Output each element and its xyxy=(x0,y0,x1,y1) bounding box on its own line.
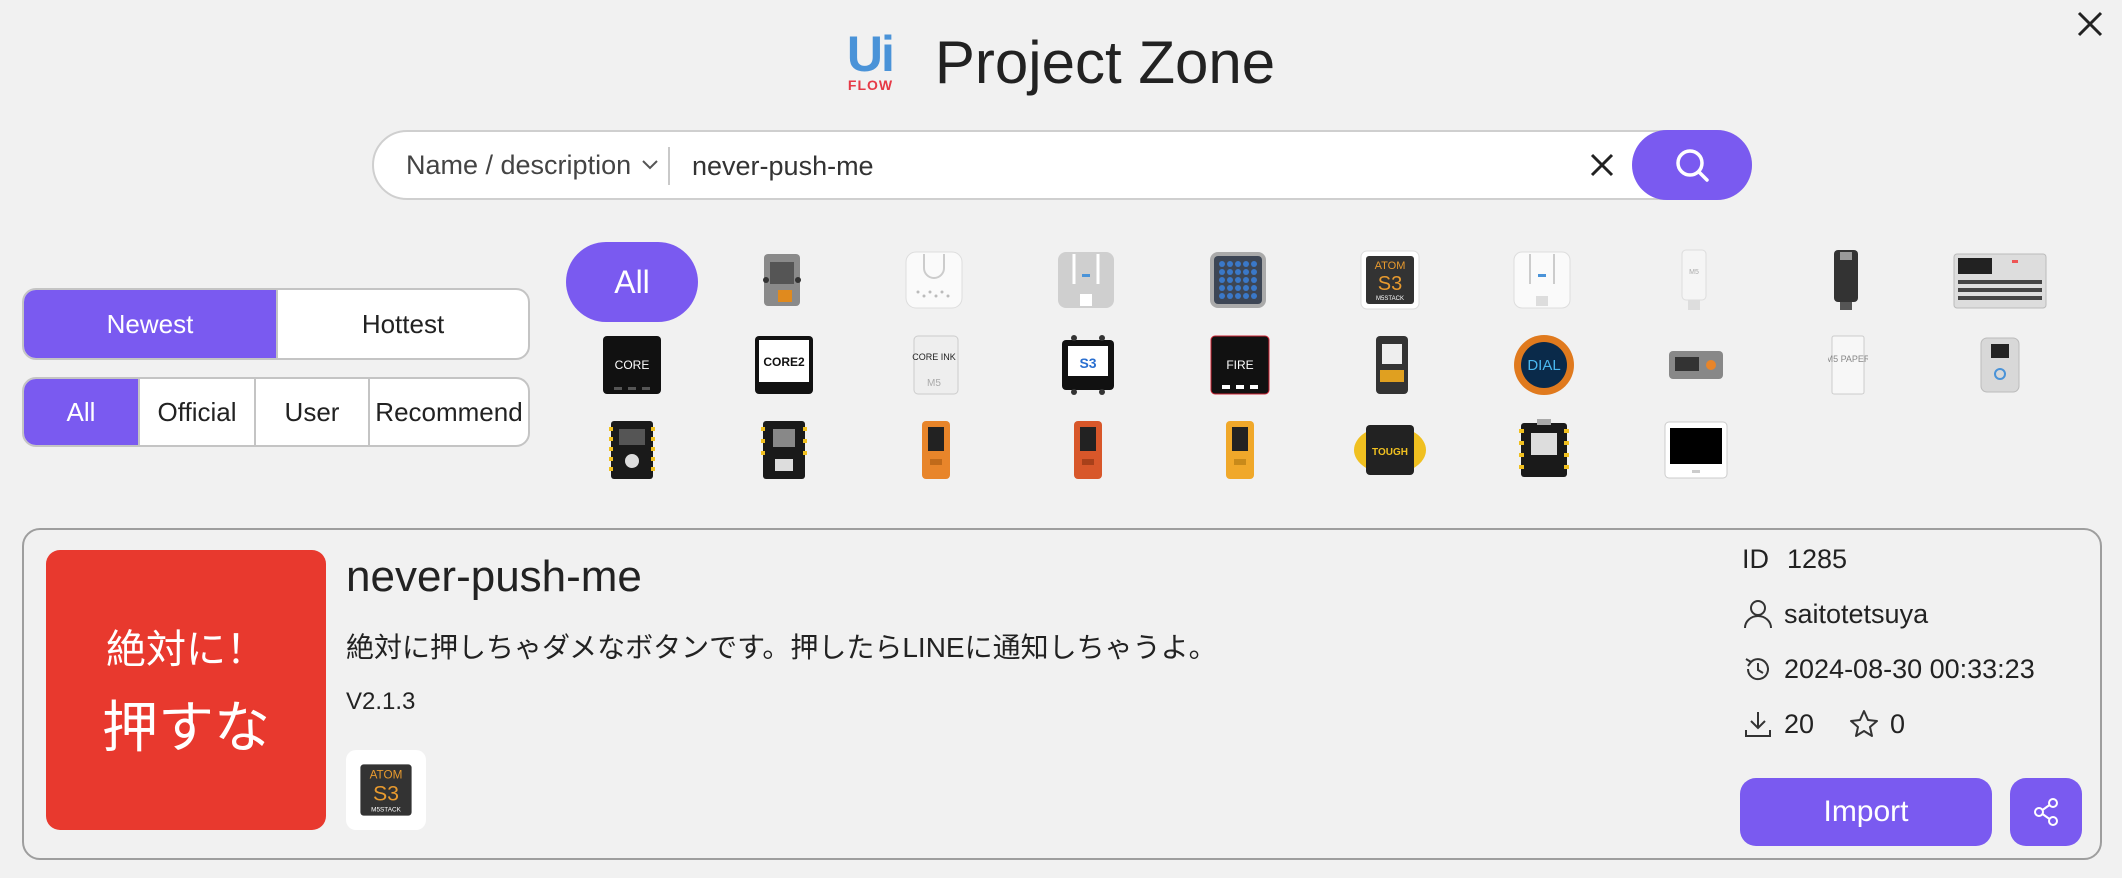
filter-user[interactable]: User xyxy=(254,379,368,445)
device-stamp-s3-icon[interactable] xyxy=(600,418,664,482)
search-button[interactable] xyxy=(1632,130,1752,200)
filter-recommend[interactable]: Recommend xyxy=(368,379,528,445)
search-icon xyxy=(1676,149,1709,182)
device-stickc-orange-icon[interactable] xyxy=(904,418,968,482)
user-icon xyxy=(1744,600,1772,629)
uiflow-logo: Ui FLOW xyxy=(847,26,901,93)
project-version: V2.1.3 xyxy=(346,688,416,715)
device-atom-echo-icon[interactable] xyxy=(902,248,966,312)
project-author: saitotetsuya xyxy=(1742,598,1928,630)
star-icon[interactable] xyxy=(1848,708,1880,740)
project-updated: 2024-08-30 00:33:23 xyxy=(1742,653,2035,685)
device-stamp-dark-icon[interactable] xyxy=(1814,248,1878,312)
device-atom-lite-icon[interactable] xyxy=(1054,248,1118,312)
tough-label: TOUGH xyxy=(1372,447,1408,458)
search-mode-label: Name / description xyxy=(406,149,632,180)
svg-text:M5: M5 xyxy=(927,378,941,389)
device-display-icon[interactable] xyxy=(1664,418,1728,482)
atoms3-mid-text: S3 xyxy=(1378,273,1402,295)
author-name: saitotetsuya xyxy=(1784,598,1929,629)
device-core2-icon[interactable]: CORE2 xyxy=(752,333,816,397)
device-atoms3-lite-icon[interactable] xyxy=(1510,248,1574,312)
coreink-label: CORE INK xyxy=(912,352,956,362)
device-paper-icon[interactable]: M5 PAPER xyxy=(1816,333,1880,397)
project-device-mid-text: S3 xyxy=(373,782,399,806)
device-atoms3-icon[interactable]: ATOM S3 M5STACK xyxy=(1358,248,1422,312)
svg-text:M5: M5 xyxy=(1689,269,1699,276)
device-stickc-icon[interactable] xyxy=(1360,333,1424,397)
page-title: Project Zone xyxy=(934,29,1276,96)
device-stamp-c3-icon[interactable] xyxy=(752,418,816,482)
project-description: 絶対に押しちゃダメなボタンです。押したらLINEに通知しちゃうよ。 xyxy=(346,632,1217,663)
star-count: 0 xyxy=(1890,708,1906,739)
cores3-label: S3 xyxy=(1079,355,1096,371)
device-tough-icon[interactable]: TOUGH xyxy=(1352,418,1428,482)
logo-text: Ui xyxy=(846,25,895,82)
atoms3-bottom-text: M5STACK xyxy=(1376,296,1404,302)
updated-time: 2024-08-30 00:33:23 xyxy=(1784,653,2035,684)
filter-official[interactable]: Official xyxy=(138,379,254,445)
project-title: never-push-me xyxy=(346,552,642,601)
download-icon xyxy=(1745,712,1771,737)
project-id: ID 1285 xyxy=(1742,544,1847,575)
project-stats: 20 0 xyxy=(1742,708,1905,740)
atoms3-top-text: ATOM xyxy=(1375,260,1406,272)
share-button[interactable] xyxy=(2010,778,2082,846)
device-cardputer-icon[interactable] xyxy=(1952,248,2048,312)
divider xyxy=(668,147,670,185)
clear-icon[interactable] xyxy=(1584,147,1620,183)
project-card: 絶対に！ 押すな never-push-me 絶対に押しちゃダメなボタンです。押… xyxy=(22,528,2102,860)
download-count: 20 xyxy=(1784,708,1815,739)
device-stickc-yellow-icon[interactable] xyxy=(1208,418,1272,482)
fire-label: FIRE xyxy=(1226,358,1253,372)
search-bar: Name / description xyxy=(372,130,1752,200)
device-unit-board-icon[interactable] xyxy=(750,248,814,312)
share-icon xyxy=(2034,798,2058,826)
sort-toggle: Newest Hottest xyxy=(22,288,530,360)
chevron-down-icon xyxy=(642,160,658,170)
project-device-icon: ATOM S3 M5STACK xyxy=(346,750,426,830)
device-core-icon[interactable]: CORE xyxy=(600,333,664,397)
header: Ui FLOW Project Zone xyxy=(0,26,2122,97)
device-coreink-icon[interactable]: CORE INK M5 xyxy=(904,333,968,397)
core-label: CORE xyxy=(615,358,650,372)
sort-newest[interactable]: Newest xyxy=(24,290,276,358)
device-cores3-icon[interactable]: S3 xyxy=(1056,333,1120,397)
id-label: ID xyxy=(1742,544,1769,574)
sort-hottest[interactable]: Hottest xyxy=(276,290,528,358)
device-stamp-icon[interactable]: M5 xyxy=(1662,248,1726,312)
project-device-top-text: ATOM xyxy=(370,768,403,781)
device-powerc-icon[interactable] xyxy=(1968,333,2032,397)
device-fire-icon[interactable]: FIRE xyxy=(1208,333,1272,397)
device-stamp-pico-icon[interactable] xyxy=(1512,418,1576,482)
source-filter: All Official User Recommend xyxy=(22,377,530,447)
search-input[interactable] xyxy=(690,132,1574,200)
thumbnail-line2: 押すな xyxy=(102,695,270,759)
import-button[interactable]: Import xyxy=(1740,778,1992,846)
project-device-bottom-text: M5STACK xyxy=(371,806,401,813)
dial-label: DIAL xyxy=(1527,357,1560,374)
search-mode-select[interactable]: Name / description xyxy=(406,132,659,198)
thumbnail-line1: 絶対に！ xyxy=(106,627,266,672)
device-stickc-plus-icon[interactable] xyxy=(1664,333,1728,397)
device-atom-matrix-icon[interactable] xyxy=(1206,248,1270,312)
paper-label: M5 PAPER xyxy=(1828,354,1868,364)
logo-sub: FLOW xyxy=(847,76,894,93)
device-dial-icon[interactable]: DIAL xyxy=(1512,333,1576,397)
id-value: 1285 xyxy=(1787,544,1848,574)
device-all-button[interactable]: All xyxy=(566,242,698,322)
core2-label: CORE2 xyxy=(763,355,805,369)
filter-all[interactable]: All xyxy=(24,379,138,445)
history-icon xyxy=(1745,658,1769,681)
device-stickc-red-icon[interactable] xyxy=(1056,418,1120,482)
project-thumbnail[interactable]: 絶対に！ 押すな xyxy=(46,550,326,830)
